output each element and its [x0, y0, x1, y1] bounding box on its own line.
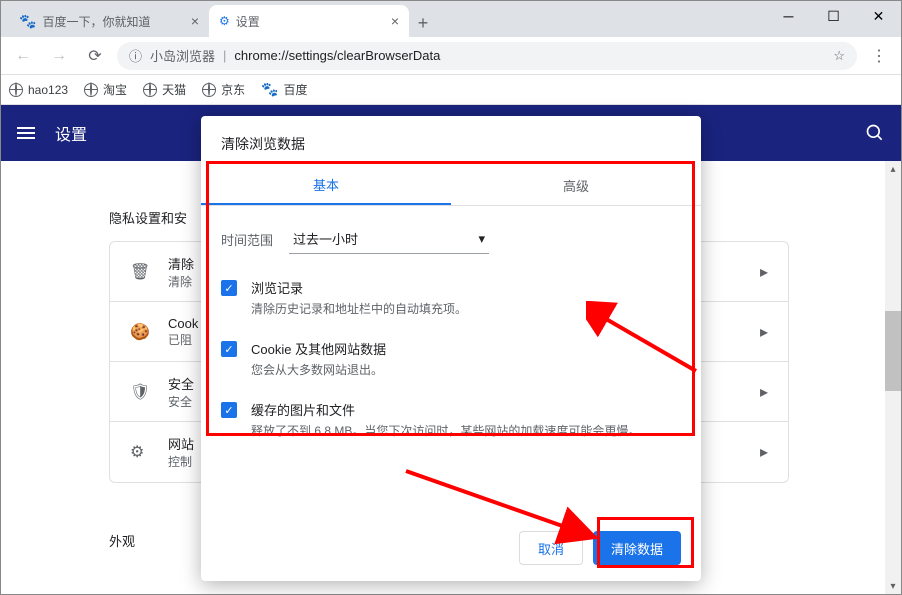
bookmark-item[interactable]: 淘宝 — [84, 81, 127, 98]
menu-button[interactable]: ⋮ — [865, 42, 893, 70]
search-icon[interactable] — [865, 123, 885, 143]
bookmark-star-icon[interactable]: ☆ — [833, 48, 845, 64]
section-title: 隐私设置和安 — [109, 208, 187, 227]
baidu-icon: 🐾 — [19, 13, 36, 30]
back-button[interactable]: ← — [9, 42, 37, 70]
tab-label: 设置 — [236, 13, 260, 30]
scroll-up-icon[interactable]: ▴ — [885, 161, 901, 177]
tab-settings[interactable]: ⚙ 设置 × — [209, 5, 409, 37]
browser-toolbar: ← → ⟳ ⓘ 小岛浏览器 | chrome://settings/clearB… — [1, 37, 901, 75]
maximize-button[interactable]: ☐ — [811, 1, 856, 31]
baidu-icon: 🐾 — [261, 81, 278, 98]
bookmark-item[interactable]: 🐾百度 — [261, 81, 307, 98]
chevron-down-icon: ▾ — [478, 231, 485, 247]
time-range-label: 时间范围 — [221, 230, 273, 249]
reload-button[interactable]: ⟳ — [81, 42, 109, 70]
bookmarks-bar: hao123 淘宝 天猫 京东 🐾百度 — [1, 75, 901, 105]
close-icon[interactable]: × — [191, 13, 199, 29]
trash-icon: 🗑 — [130, 262, 150, 282]
section-title-appearance: 外观 — [109, 531, 135, 550]
cancel-button[interactable]: 取消 — [519, 531, 583, 565]
globe-icon — [84, 83, 98, 97]
check-sub: 释放了不到 6.8 MB。当您下次访问时，某些网站的加载速度可能会更慢。 — [251, 422, 640, 439]
window-controls: ─ ☐ ✕ — [766, 1, 901, 31]
app-name: 小岛浏览器 — [150, 46, 215, 65]
scrollbar-thumb[interactable] — [885, 311, 901, 391]
dialog-body: 时间范围 过去一小时 ▾ ✓ 浏览记录清除历史记录和地址栏中的自动填充项。 ✓ … — [201, 206, 701, 479]
tab-label: 百度一下，你就知道 — [42, 13, 150, 30]
checkbox-history[interactable]: ✓ — [221, 280, 237, 296]
new-tab-button[interactable]: + — [409, 9, 437, 37]
clear-data-button[interactable]: 清除数据 — [593, 531, 681, 565]
check-sub: 您会从大多数网站退出。 — [251, 361, 386, 378]
address-bar[interactable]: ⓘ 小岛浏览器 | chrome://settings/clearBrowser… — [117, 42, 857, 70]
minimize-button[interactable]: ─ — [766, 1, 811, 31]
url-text: chrome://settings/clearBrowserData — [234, 48, 440, 63]
chevron-right-icon: ▸ — [760, 442, 768, 462]
globe-icon — [143, 83, 157, 97]
time-range-select[interactable]: 过去一小时 ▾ — [289, 224, 489, 254]
bookmark-item[interactable]: 天猫 — [143, 81, 186, 98]
bookmark-item[interactable]: 京东 — [202, 81, 245, 98]
hamburger-icon[interactable] — [17, 127, 35, 139]
vertical-scrollbar[interactable]: ▴ ▾ — [885, 161, 901, 594]
site-info-icon[interactable]: ⓘ — [129, 46, 142, 65]
check-title: 缓存的图片和文件 — [251, 400, 640, 419]
checkbox-cache[interactable]: ✓ — [221, 402, 237, 418]
cookie-icon: 🍪 — [130, 322, 150, 342]
dialog-title: 清除浏览数据 — [201, 116, 701, 166]
tab-advanced[interactable]: 高级 — [451, 166, 701, 205]
globe-icon — [9, 83, 23, 97]
close-button[interactable]: ✕ — [856, 1, 901, 31]
shield-icon: 🛡 — [130, 382, 150, 402]
check-title: 浏览记录 — [251, 278, 467, 297]
scroll-down-icon[interactable]: ▾ — [885, 578, 901, 594]
tab-baidu[interactable]: 🐾 百度一下，你就知道 × — [9, 5, 209, 37]
gear-icon: ⚙ — [219, 14, 230, 28]
dialog-actions: 取消 清除数据 — [519, 531, 681, 565]
check-title: Cookie 及其他网站数据 — [251, 339, 386, 358]
chevron-right-icon: ▸ — [760, 262, 768, 282]
check-sub: 清除历史记录和地址栏中的自动填充项。 — [251, 300, 467, 317]
separator: | — [223, 48, 226, 63]
page-title: 设置 — [55, 121, 87, 145]
chevron-right-icon: ▸ — [760, 322, 768, 342]
bookmark-item[interactable]: hao123 — [9, 83, 68, 97]
tab-basic[interactable]: 基本 — [201, 166, 451, 205]
checkbox-cookies[interactable]: ✓ — [221, 341, 237, 357]
clear-data-dialog: 清除浏览数据 基本 高级 时间范围 过去一小时 ▾ ✓ 浏览记录清除历史记录和地… — [201, 116, 701, 581]
browser-titlebar: 🐾 百度一下，你就知道 × ⚙ 设置 × + ─ ☐ ✕ — [1, 1, 901, 37]
globe-icon — [202, 83, 216, 97]
close-icon[interactable]: × — [391, 13, 399, 29]
dialog-tabs: 基本 高级 — [201, 166, 701, 206]
tune-icon: ⚙ — [130, 442, 150, 462]
chevron-right-icon: ▸ — [760, 382, 768, 402]
forward-button[interactable]: → — [45, 42, 73, 70]
